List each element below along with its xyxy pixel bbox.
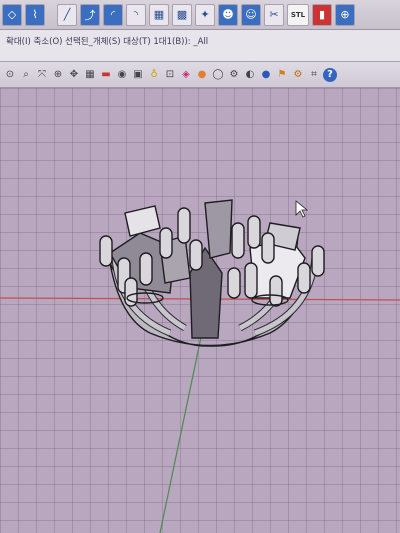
perspective-viewport[interactable] [0, 88, 400, 533]
properties-icon[interactable]: ⌗ [307, 68, 321, 82]
car-icon[interactable]: ▬ [99, 68, 113, 82]
mesh-tool-icon[interactable]: ◇ [2, 3, 22, 26]
view-toolbar: ⊙ ⌕ ⤧ ⊕ ✥ ▦ ▬ ◉ ▣ ♁ ⊡ ◈ ● ◯ ⚙ ◐ ● ⚑ ⚙ ⌗ … [0, 62, 400, 88]
surface-tool-icon[interactable]: ▦ [149, 3, 169, 26]
grid-array-icon[interactable]: ▩ [172, 3, 192, 26]
points-icon[interactable]: ✦ [195, 3, 215, 26]
color-wheel-icon[interactable]: ● [195, 68, 209, 82]
revolve-tool-icon[interactable]: ◝ [126, 3, 146, 26]
stl-label: STL [290, 10, 306, 19]
people-icon[interactable]: ☺ [241, 3, 261, 26]
red-book-icon[interactable]: ▮ [312, 3, 332, 26]
command-line[interactable]: 확대(I) 축소(O) 선택된_개체(S) 대상(T) 1대1(B)): _Al… [0, 30, 400, 62]
mouse-cursor-icon [295, 200, 309, 218]
lock-icon[interactable]: ⊡ [163, 68, 177, 82]
pan-icon[interactable]: ✥ [67, 68, 81, 82]
crystal-back [204, 199, 233, 259]
polyline-tool-icon[interactable]: ╱ [57, 3, 77, 26]
main-toolbar: ◇ ⌇ ╱ ⤴ ◜ ◝ ▦ ▩ ✦ ☻ ☺ ✂ STL ▮ ⊕ [0, 0, 400, 30]
tools-icon[interactable]: ✂ [264, 3, 284, 26]
ring-model[interactable] [99, 199, 325, 347]
flag-icon[interactable]: ⚑ [275, 68, 289, 82]
zoom-window-icon[interactable]: ⌕ [19, 68, 33, 82]
light-bulb-icon[interactable]: ♁ [147, 68, 161, 82]
help-icon[interactable]: ? [323, 67, 337, 82]
pipe-tool-icon[interactable]: ⌇ [25, 3, 45, 26]
layers-icon[interactable]: ◈ [179, 68, 193, 82]
globe-blue-icon[interactable]: ● [259, 68, 273, 82]
zoom-selected-icon[interactable]: ⤧ [35, 68, 49, 82]
command-line-text: 확대(I) 축소(O) 선택된_개체(S) 대상(T) 1대1(B)): _Al… [6, 37, 209, 47]
sweep-tool-icon[interactable]: ⤴ [80, 3, 100, 26]
camera-icon[interactable]: ▣ [131, 68, 145, 82]
zoom-extents-icon[interactable]: ⊙ [3, 68, 17, 82]
stl-export-button[interactable]: STL [287, 3, 309, 26]
zoom-icon[interactable]: ⊕ [51, 68, 65, 82]
viewport-canvas [0, 199, 400, 533]
gear-icon[interactable]: ⚙ [291, 68, 305, 82]
eye-icon[interactable]: ◉ [115, 68, 129, 82]
users-icon[interactable]: ☻ [218, 3, 238, 26]
gem-top-left [124, 205, 161, 237]
arc-tool-icon[interactable]: ◜ [103, 3, 123, 26]
sphere-icon[interactable]: ◯ [211, 68, 225, 82]
render-preview-icon[interactable]: ◐ [243, 68, 257, 82]
globe-icon[interactable]: ⊕ [335, 3, 355, 26]
render-settings-icon[interactable]: ⚙ [227, 68, 241, 82]
four-views-icon[interactable]: ▦ [83, 68, 97, 82]
y-axis-line [159, 317, 206, 533]
